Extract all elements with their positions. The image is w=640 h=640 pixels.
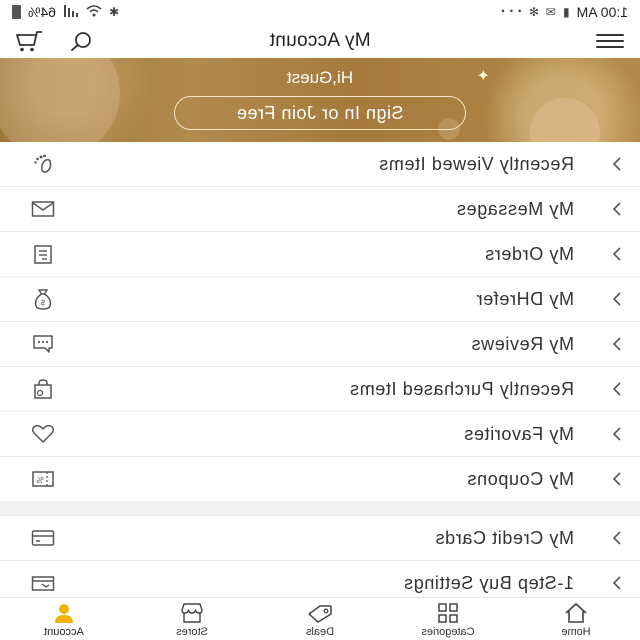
menu-item-credit-cards[interactable]: My Credit Cards bbox=[0, 516, 640, 561]
battery-icon bbox=[12, 5, 21, 19]
chevron-right-icon bbox=[606, 333, 628, 355]
shopping-bag-icon bbox=[30, 378, 56, 400]
sim-card-icon: ▮ bbox=[563, 5, 570, 19]
menu-item-dhrefer[interactable]: $ My DHrefer bbox=[0, 277, 640, 322]
tab-account[interactable]: Account bbox=[0, 598, 128, 640]
footprint-icon bbox=[30, 153, 56, 175]
svg-text:%: % bbox=[36, 476, 44, 485]
menu-item-label: My Coupons bbox=[466, 468, 574, 489]
money-bag-icon: $ bbox=[30, 288, 56, 310]
chevron-right-icon bbox=[606, 198, 628, 220]
chevron-right-icon bbox=[606, 423, 628, 445]
envelope-icon bbox=[30, 198, 56, 220]
cart-icon bbox=[16, 31, 42, 52]
banner-decoration bbox=[530, 98, 600, 142]
status-bar: 1:00 AM ▮ ✉ ✻ ··· ✱ 64% bbox=[0, 0, 640, 24]
menu-item-recently-viewed[interactable]: Recently Viewed Items bbox=[0, 142, 640, 187]
chat-bubble-icon bbox=[30, 333, 56, 355]
mail-notification-icon: ✉ bbox=[545, 5, 557, 19]
menu-item-label: My Reviews bbox=[470, 333, 574, 354]
chevron-right-icon bbox=[606, 527, 628, 549]
menu-item-reviews[interactable]: My Reviews bbox=[0, 322, 640, 367]
home-icon bbox=[563, 602, 589, 624]
heart-icon bbox=[30, 423, 56, 445]
one-step-buy-icon bbox=[30, 572, 56, 594]
credit-card-icon bbox=[30, 527, 56, 549]
menu-item-label: Recently Purchased Items bbox=[349, 378, 575, 399]
tab-label: Categories bbox=[421, 626, 475, 638]
bottom-navigation: Home Categories Deals Stores Account bbox=[0, 597, 640, 640]
menu-item-coupons[interactable]: % My Coupons bbox=[0, 457, 640, 502]
menu-item-label: Recently Viewed Items bbox=[378, 153, 574, 174]
menu-item-label: 1-Step Buy Settings bbox=[403, 572, 575, 593]
search-icon bbox=[71, 32, 91, 51]
person-icon bbox=[52, 602, 76, 624]
tag-icon bbox=[307, 602, 333, 624]
tab-stores[interactable]: Stores bbox=[128, 598, 256, 640]
bluetooth-icon: ✱ bbox=[109, 5, 120, 19]
status-time: 1:00 AM bbox=[576, 4, 628, 20]
menu-item-label: My Credit Cards bbox=[434, 527, 574, 548]
menu-item-label: My Messages bbox=[456, 198, 574, 219]
chevron-right-icon bbox=[606, 243, 628, 265]
store-icon bbox=[179, 602, 205, 624]
tab-deals[interactable]: Deals bbox=[256, 598, 384, 640]
menu-item-label: My DHrefer bbox=[475, 288, 574, 309]
tab-categories[interactable]: Categories bbox=[384, 598, 512, 640]
greeting-text: Hi,Guest bbox=[286, 68, 354, 87]
chevron-right-icon bbox=[606, 378, 628, 400]
fan-icon: ✻ bbox=[528, 5, 539, 19]
search-button[interactable] bbox=[66, 28, 96, 54]
menu-item-messages[interactable]: My Messages bbox=[0, 187, 640, 232]
sign-in-button[interactable]: Sign In or Join Free bbox=[174, 96, 466, 130]
more-notifications-icon: ··· bbox=[496, 3, 522, 20]
wifi-icon bbox=[86, 4, 102, 20]
cart-button[interactable] bbox=[14, 28, 44, 54]
grid-icon bbox=[437, 602, 459, 624]
tab-label: Account bbox=[44, 626, 84, 638]
chevron-right-icon bbox=[606, 468, 628, 490]
menu-item-orders[interactable]: My Orders bbox=[0, 232, 640, 277]
chevron-right-icon bbox=[606, 572, 628, 594]
chevron-right-icon bbox=[606, 153, 628, 175]
app-header: My Account bbox=[0, 24, 640, 58]
hamburger-menu-button[interactable] bbox=[596, 30, 624, 52]
page-title: My Account bbox=[269, 30, 371, 51]
account-banner: ✦ Hi,Guest Sign In or Join Free bbox=[0, 58, 640, 142]
account-menu-list: Recently Viewed Items My Messages My Ord… bbox=[0, 142, 640, 606]
section-divider bbox=[0, 502, 640, 516]
svg-text:$: $ bbox=[40, 298, 45, 307]
tab-label: Home bbox=[561, 626, 591, 638]
battery-percent: 64% bbox=[28, 4, 57, 20]
menu-item-favorites[interactable]: My Favorites bbox=[0, 412, 640, 457]
tab-label: Stores bbox=[176, 626, 208, 638]
coupon-icon: % bbox=[30, 468, 56, 490]
menu-item-label: My Orders bbox=[484, 243, 574, 264]
tab-home[interactable]: Home bbox=[512, 598, 640, 640]
menu-item-recently-purchased[interactable]: Recently Purchased Items bbox=[0, 367, 640, 412]
signal-icon bbox=[63, 4, 79, 20]
tab-label: Deals bbox=[305, 626, 335, 638]
chevron-right-icon bbox=[606, 288, 628, 310]
menu-item-label: My Favorites bbox=[463, 423, 574, 444]
order-list-icon bbox=[30, 243, 56, 265]
